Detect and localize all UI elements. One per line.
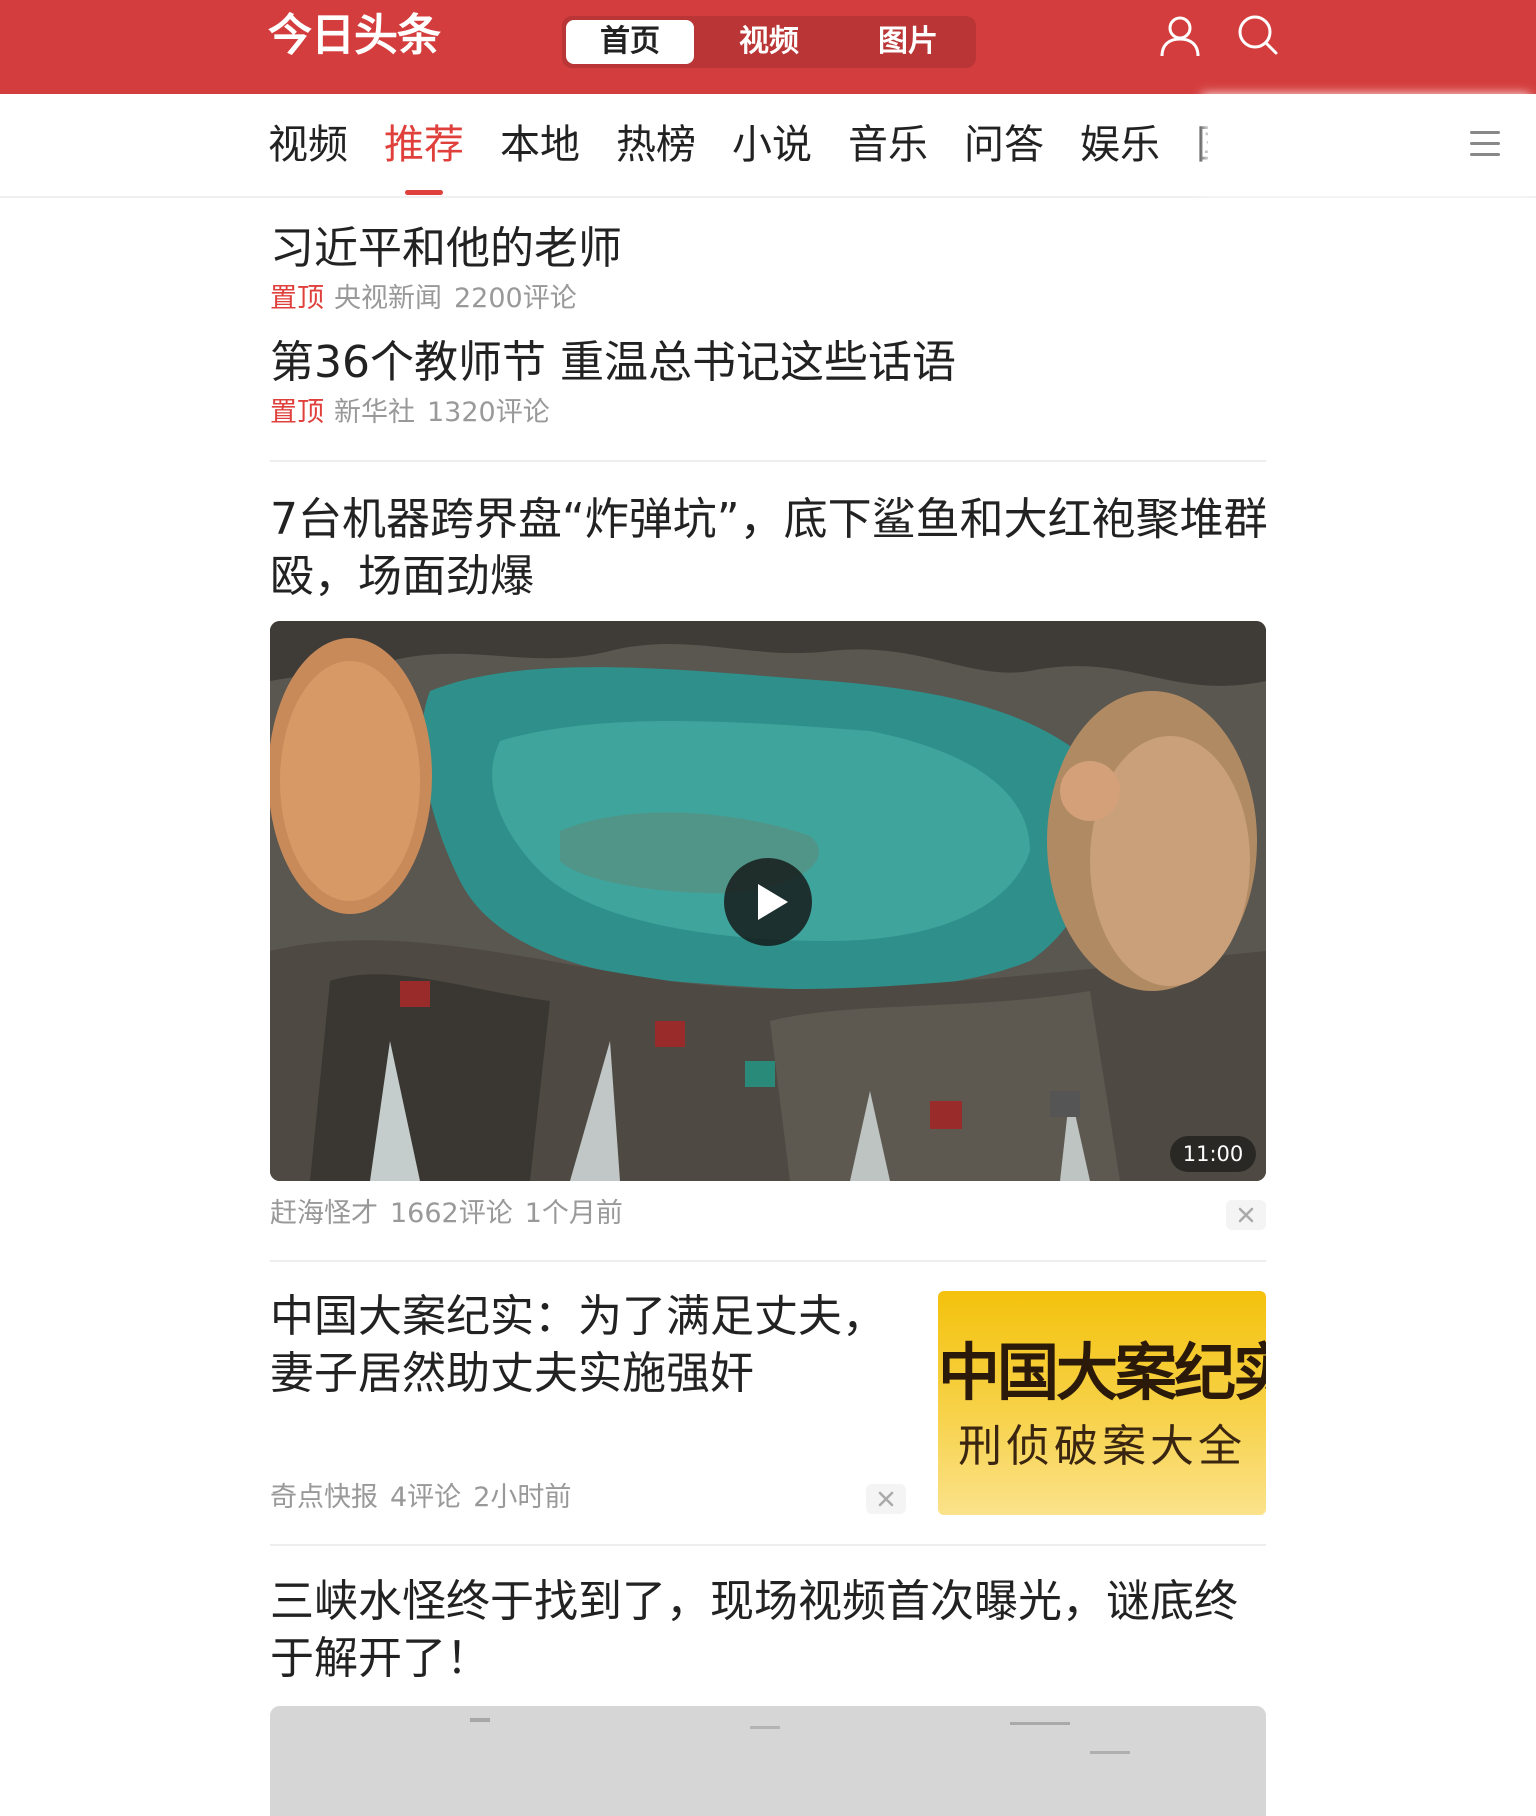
channel-bar: 视频 推荐 本地 热榜 小说 音乐 问答 娱乐 国: [0, 94, 1536, 198]
divider: [270, 1544, 1266, 1546]
divider: [270, 460, 1266, 462]
app-logo[interactable]: 今日头条: [268, 8, 441, 64]
divider: [270, 1260, 1266, 1262]
source-name[interactable]: 新华社: [334, 397, 415, 428]
tab-video[interactable]: 视频: [705, 20, 833, 64]
active-channel-indicator: [405, 190, 443, 195]
channel-novel[interactable]: 小说: [732, 120, 812, 170]
play-icon[interactable]: [724, 858, 812, 946]
image-article-meta: 奇点快报 4评论 2小时前: [270, 1480, 571, 1516]
channel-qa[interactable]: 问答: [964, 120, 1044, 170]
pinned-meta-1: 置顶 央视新闻 2200评论: [270, 281, 577, 317]
article-thumbnail[interactable]: 中国大案纪实 刑侦破案大全: [938, 1291, 1266, 1515]
pinned-badge: 置顶: [270, 283, 324, 314]
close-icon[interactable]: [866, 1484, 906, 1514]
channel-video[interactable]: 视频: [268, 120, 348, 170]
source-name[interactable]: 央视新闻: [334, 283, 442, 314]
hamburger-icon[interactable]: [1468, 124, 1502, 162]
comment-count: 1662评论: [390, 1198, 513, 1229]
video-article-title[interactable]: 7台机器跨界盘“炸弹坑”，底下鲨鱼和大红袍聚堆群殴，场面劲爆: [270, 491, 1270, 605]
top-bar: 今日头条 首页 视频 图片: [0, 0, 1536, 94]
channel-music[interactable]: 音乐: [848, 120, 928, 170]
next-video-thumbnail[interactable]: [270, 1706, 1266, 1816]
channel-local[interactable]: 本地: [500, 120, 580, 170]
pinned-title-1[interactable]: 习近平和他的老师: [270, 221, 622, 277]
channel-recommend[interactable]: 推荐: [384, 120, 464, 170]
next-video-image: [270, 1706, 1266, 1816]
comment-count: 4评论: [390, 1482, 462, 1513]
post-time: 2小时前: [473, 1482, 572, 1513]
pinned-title-2[interactable]: 第36个教师节 重温总书记这些话语: [270, 335, 956, 391]
search-icon[interactable]: [1236, 14, 1280, 58]
thumbnail-headline: 中国大案纪实: [938, 1337, 1266, 1409]
pinned-badge: 置顶: [270, 397, 324, 428]
close-icon[interactable]: [1226, 1200, 1266, 1230]
tab-images[interactable]: 图片: [844, 20, 972, 64]
video-article-meta: 赶海怪才 1662评论 1个月前: [270, 1196, 623, 1232]
comment-count: 2200评论: [454, 283, 577, 314]
comment-count: 1320评论: [427, 397, 550, 428]
pinned-meta-2: 置顶 新华社 1320评论: [270, 395, 550, 431]
tab-home[interactable]: 首页: [566, 20, 694, 64]
post-time: 1个月前: [524, 1198, 623, 1229]
next-article-title[interactable]: 三峡水怪终于找到了，现场视频首次曝光，谜底终于解开了！: [270, 1573, 1270, 1687]
channel-hot[interactable]: 热榜: [616, 120, 696, 170]
video-duration: 11:00: [1170, 1136, 1256, 1172]
source-name[interactable]: 赶海怪才: [270, 1198, 378, 1229]
thumbnail-subtitle: 刑侦破案大全: [958, 1421, 1246, 1472]
channel-entertainment[interactable]: 娱乐: [1080, 120, 1160, 170]
main-tab-switcher: 首页 视频 图片: [562, 16, 976, 68]
image-article-title[interactable]: 中国大案纪实：为了满足丈夫，妻子居然助丈夫实施强奸: [270, 1288, 890, 1402]
user-icon[interactable]: [1158, 14, 1202, 58]
source-name[interactable]: 奇点快报: [270, 1482, 378, 1513]
